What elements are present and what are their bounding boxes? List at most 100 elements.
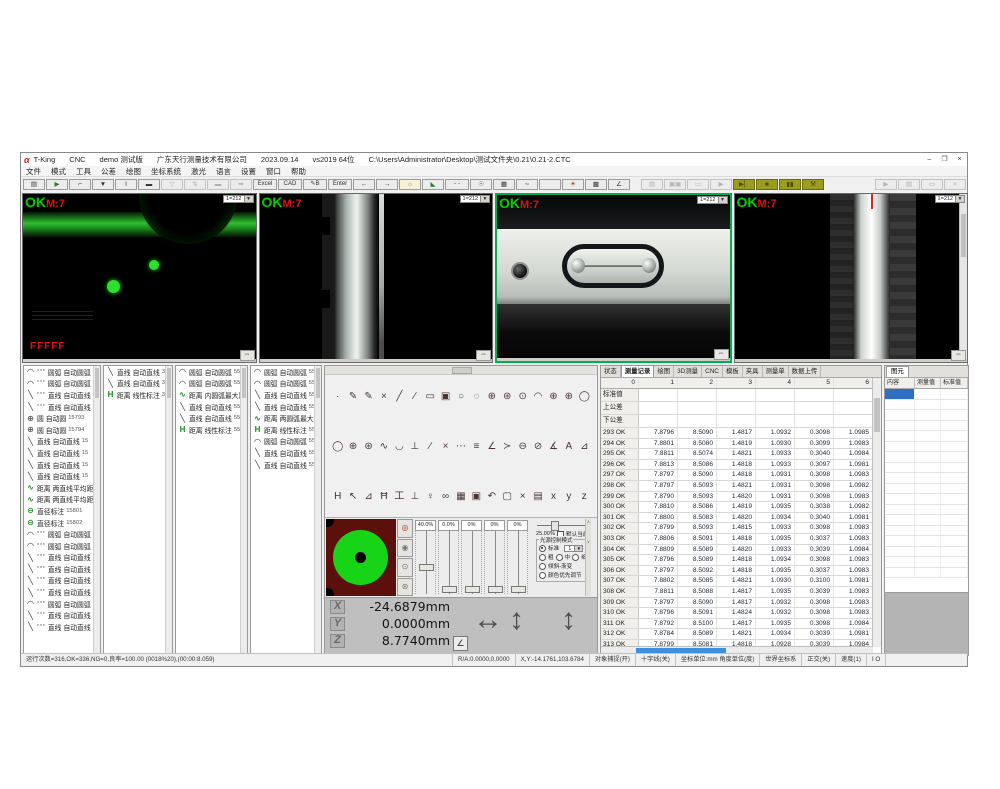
tool-button-r1-9[interactable]: ○ <box>453 391 468 402</box>
table-row[interactable]: 299 OK7.87908.50931.48201.09310.30981.09… <box>601 492 873 503</box>
size-radio-中[interactable] <box>556 554 563 561</box>
tool-button-r1-6[interactable]: ∕ <box>407 391 422 402</box>
tool-button-r1-4[interactable]: × <box>376 391 391 402</box>
tool-button-r1-5[interactable]: ╱ <box>392 391 407 402</box>
tree-item[interactable]: ╲***直线自动直线 <box>24 563 100 575</box>
element-row[interactable] <box>885 536 968 547</box>
tree-scrollbar[interactable] <box>93 366 100 655</box>
element-row[interactable] <box>885 410 968 421</box>
tab-3D测量[interactable]: 3D测量 <box>674 366 702 377</box>
toolbar-button-14[interactable]: Enter <box>328 179 352 190</box>
tree-item[interactable]: ╲***直线自动直线 <box>24 575 100 587</box>
mode-radio-color[interactable] <box>539 572 546 579</box>
channel-select[interactable]: 1 ▼ <box>564 545 583 552</box>
tree-item[interactable]: ╲直线自动直线15 <box>24 459 100 471</box>
panel-grip[interactable] <box>452 367 472 374</box>
maximize-button[interactable]: ❐ <box>937 154 952 165</box>
table-row[interactable]: 312 OK7.87848.50891.48211.09340.30391.09… <box>601 629 873 640</box>
light-slider-2[interactable]: 0.0% <box>438 520 459 596</box>
tree-item[interactable]: ∿距离两直线平均距 <box>24 494 100 506</box>
tool-button-r3-9[interactable]: ▦ <box>453 491 468 502</box>
tree-item[interactable]: ◠圆弧自动圆弧55 <box>251 378 321 390</box>
tab-测量记录[interactable]: 测量记录 <box>621 365 655 377</box>
tool-button-r3-4[interactable]: Ħ <box>376 491 391 502</box>
toolbar-button-33[interactable]: ■ <box>756 179 778 190</box>
table-row[interactable]: 296 OK7.88138.50861.48181.09330.30971.09… <box>601 460 873 471</box>
element-row[interactable] <box>885 442 968 453</box>
table-row[interactable]: 293 OK7.87968.50901.48171.09320.30981.09… <box>601 428 873 439</box>
table-row[interactable]: 305 OK7.87968.50891.48181.09340.30981.09… <box>601 555 873 566</box>
slider-track[interactable] <box>484 531 505 594</box>
light-slider-1[interactable]: 40.0% <box>415 520 436 596</box>
tool-button-r1-11[interactable]: ⊕ <box>484 391 499 402</box>
slider-thumb[interactable] <box>419 564 434 571</box>
menu-文件[interactable]: 文件 <box>21 166 46 177</box>
tree-item[interactable]: ◠***圆弧自动圆弧 <box>24 378 100 390</box>
element-row[interactable] <box>885 421 968 432</box>
tool-button-r2-13[interactable]: ⊖ <box>515 441 530 452</box>
master-light-slider[interactable] <box>537 521 585 529</box>
tool-button-r3-14[interactable]: ▤ <box>530 491 545 502</box>
camera-view-4[interactable]: OKM:71=212▼⇔ <box>734 193 969 363</box>
tool-button-r2-1[interactable]: ◯ <box>330 441 345 452</box>
size-radio-粗[interactable] <box>539 554 546 561</box>
mode-radio-standard[interactable] <box>539 545 546 552</box>
resize-icon[interactable]: ⇔ <box>714 349 729 360</box>
minimize-button[interactable]: – <box>922 154 937 165</box>
tree-item[interactable]: H距离线性标注55 <box>176 424 247 436</box>
menu-窗口[interactable]: 窗口 <box>261 166 286 177</box>
element-row[interactable] <box>885 526 968 537</box>
tab-CNC[interactable]: CNC <box>702 366 723 377</box>
tree-item[interactable]: ╲直线自动直线55 <box>251 459 321 471</box>
element-row[interactable] <box>885 547 968 558</box>
camera-view-3[interactable]: OKM:71=212▼⇔ <box>495 193 732 363</box>
tree-item[interactable]: ∿距离两直线平均距 <box>24 482 100 494</box>
slider-thumb[interactable] <box>488 586 503 593</box>
tool-button-r3-16[interactable]: y <box>561 491 576 502</box>
menu-坐标系统[interactable]: 坐标系统 <box>146 166 186 177</box>
tree-item[interactable]: ╲直线自动直线55 <box>176 412 247 424</box>
camera-zoom-dropdown[interactable]: 1=212▼ <box>935 195 965 203</box>
camera-zoom-dropdown[interactable]: 1=212▼ <box>223 195 253 203</box>
tool-button-r3-5[interactable]: 工 <box>392 491 407 502</box>
tree-item[interactable]: ╲直线自动直线55 <box>251 447 321 459</box>
jog-horizontal-icon[interactable]: ↔ <box>473 600 503 640</box>
toolbar-button-26[interactable]: ∠ <box>608 179 630 190</box>
element-row[interactable] <box>885 568 968 579</box>
tree-item[interactable]: ╲***直线自动直线 <box>24 586 100 598</box>
toolbar-button-25[interactable]: ▩ <box>585 179 607 190</box>
element-row[interactable] <box>885 473 968 484</box>
resize-icon[interactable]: ⇔ <box>476 350 491 361</box>
tree-item[interactable]: ◠***圆弧自动圆弧 <box>24 366 100 378</box>
close-button[interactable]: × <box>952 154 967 165</box>
table-row[interactable]: 310 OK7.87968.50911.48241.09320.30981.09… <box>601 608 873 619</box>
tool-button-r3-11[interactable]: ↶ <box>484 491 499 502</box>
tool-button-r2-9[interactable]: ⋯ <box>453 441 468 452</box>
tool-button-r1-8[interactable]: ▣ <box>438 391 453 402</box>
tool-button-r2-17[interactable]: ⊿ <box>577 441 592 452</box>
camera-hscrollbar[interactable] <box>735 359 968 362</box>
menu-模式[interactable]: 模式 <box>46 166 71 177</box>
tree-item[interactable]: ∿距离两圆弧最大距 <box>251 412 321 424</box>
tree-item[interactable]: ╲直线自动直线15 <box>24 436 100 448</box>
slider-track[interactable] <box>461 531 482 594</box>
tree-item[interactable]: ╲直线自动直线55 <box>251 389 321 401</box>
tool-button-r3-7[interactable]: ♀ <box>422 491 437 502</box>
jog-z-icon[interactable]: ↕ <box>561 600 576 640</box>
table-row[interactable]: 295 OK7.88118.50741.48211.09330.30401.09… <box>601 449 873 460</box>
toolbar-button-1[interactable]: ▤ <box>23 179 45 190</box>
toolbar-button-3[interactable]: ⌐ <box>69 179 91 190</box>
tool-button-r2-15[interactable]: ∡ <box>546 441 561 452</box>
menu-设置[interactable]: 设置 <box>236 166 261 177</box>
tool-button-r1-7[interactable]: ▭ <box>422 391 437 402</box>
menu-语言[interactable]: 语言 <box>211 166 236 177</box>
toolbar-button-13[interactable]: ✎B <box>303 179 327 190</box>
tool-button-r2-3[interactable]: ⊛ <box>361 441 376 452</box>
light-slider-5[interactable]: 0% <box>507 520 528 596</box>
toolbar-button-21[interactable]: ▦ <box>493 179 515 190</box>
camera-scrollbar[interactable] <box>959 194 967 359</box>
tab-测量单[interactable]: 测量单 <box>763 366 789 377</box>
tool-button-r3-1[interactable]: H <box>330 491 345 502</box>
element-row[interactable] <box>885 515 968 526</box>
table-row[interactable]: 304 OK7.88098.50891.48201.09330.30391.09… <box>601 545 873 556</box>
